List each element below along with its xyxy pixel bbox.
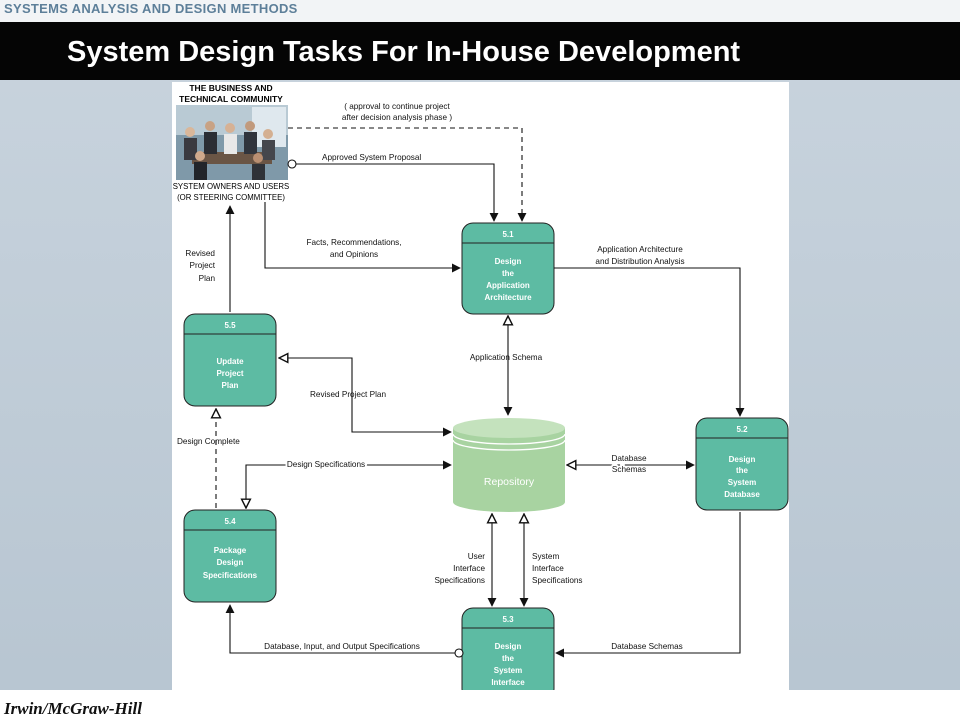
label-design-specs: Design Specifications (287, 460, 365, 469)
process-5-3-line-2: the (502, 654, 515, 663)
label-db-schemas-bottom: Database Schemas (611, 642, 682, 651)
process-5-3-line-3: System (494, 666, 522, 675)
flow-approved-proposal-origin (287, 159, 297, 169)
community-title-line-2: TECHNICAL COMMUNITY (179, 94, 283, 104)
label-user-interface-line-1: User (468, 552, 486, 561)
footer-bar (0, 690, 960, 720)
label-app-arch-line-2: and Distribution Analysis (595, 257, 684, 266)
label-system-interface-line-1: System (532, 552, 559, 561)
process-5-2-line-3: System (728, 478, 756, 487)
process-5-1-line-1: Design (495, 257, 522, 266)
repository-label: Repository (484, 476, 535, 488)
process-5-5: 5.5 Update Project Plan (183, 313, 277, 407)
process-5-1-id: 5.1 (502, 230, 514, 239)
label-revised-plan-up-line-3: Plan (199, 274, 216, 283)
process-5-4-id: 5.4 (224, 517, 236, 526)
process-5-4: 5.4 Package Design Specifications (183, 509, 277, 603)
process-5-5-line-1: Update (216, 357, 244, 366)
external-entity-community: THE BUSINESS AND TECHNICAL COMMUNITY SYS… (173, 83, 290, 202)
label-db-input-output: Database, Input, and Output Specificatio… (264, 642, 420, 651)
label-design-complete: Design Complete (177, 437, 240, 446)
process-5-4-line-3: Specifications (203, 571, 258, 580)
label-user-interface-line-3: Specifications (434, 576, 485, 585)
process-5-4-line-1: Package (214, 546, 247, 555)
label-system-interface-line-2: Interface (532, 564, 564, 573)
label-db-schemas-repo-line-2: Schemas (612, 465, 646, 474)
process-5-3-line-4: Interface (491, 678, 525, 687)
process-5-5-line-2: Project (216, 369, 243, 378)
label-system-interface-line-3: Specifications (532, 576, 583, 585)
process-5-5-line-3: Plan (222, 381, 239, 390)
diagram-panel: THE BUSINESS AND TECHNICAL COMMUNITY SYS… (172, 82, 789, 701)
process-5-2-id: 5.2 (736, 425, 748, 434)
process-5-3: 5.3 Design the System Interface (461, 607, 555, 701)
people-meeting-photo (176, 105, 288, 180)
flow-approval-line (288, 127, 527, 222)
label-approval-line-1: ( approval to continue project (344, 102, 450, 111)
process-5-1-line-2: the (502, 269, 515, 278)
process-5-1: 5.1 Design the Application Architecture (461, 222, 555, 315)
process-5-1-line-3: Application (486, 281, 530, 290)
label-approved-proposal: Approved System Proposal (322, 153, 421, 162)
flow-approved-proposal-line (293, 163, 499, 222)
label-revised-plan-up-line-1: Revised (185, 249, 215, 258)
label-app-schema: Application Schema (470, 353, 543, 362)
publisher-credit: Irwin/McGraw-Hill (4, 699, 142, 718)
label-approval-line-2: after decision analysis phase ) (342, 113, 452, 122)
system-design-diagram: THE BUSINESS AND TECHNICAL COMMUNITY SYS… (173, 83, 789, 701)
process-5-3-line-1: Design (495, 642, 522, 651)
process-5-5-id: 5.5 (224, 321, 236, 330)
process-5-2-line-2: the (736, 466, 749, 475)
label-facts-line-1: Facts, Recommendations, (306, 238, 401, 247)
label-revised-plan-up-line-2: Project (190, 261, 216, 270)
process-5-1-line-4: Architecture (484, 293, 532, 302)
flow-db-input-output-origin (454, 648, 464, 658)
label-db-schemas-repo-line-1: Database (611, 454, 646, 463)
flow-app-architecture-line (554, 267, 745, 417)
label-facts-line-2: and Opinions (330, 250, 378, 259)
process-5-2-line-1: Design (729, 455, 756, 464)
process-5-2: 5.2 Design the System Database (695, 417, 789, 511)
process-5-2-line-4: Database (724, 490, 760, 499)
course-title: SYSTEMS ANALYSIS AND DESIGN METHODS (4, 1, 298, 16)
flow-db-schemas-bottom-line (555, 512, 741, 658)
label-app-arch-line-1: Application Architecture (597, 245, 683, 254)
process-5-3-id: 5.3 (502, 615, 514, 624)
flow-design-specs-line (246, 465, 451, 508)
community-title-line-1: THE BUSINESS AND (189, 83, 272, 93)
community-caption-line-1: SYSTEM OWNERS AND USERS (173, 182, 290, 191)
label-revised-plan: Revised Project Plan (310, 390, 386, 399)
repository-datastore: Repository (452, 418, 566, 512)
label-user-interface-line-2: Interface (453, 564, 485, 573)
process-5-4-line-2: Design (217, 558, 244, 567)
community-caption-line-2: (OR STEERING COMMITTEE) (177, 193, 285, 202)
slide-title: System Design Tasks For In-House Develop… (67, 36, 741, 68)
